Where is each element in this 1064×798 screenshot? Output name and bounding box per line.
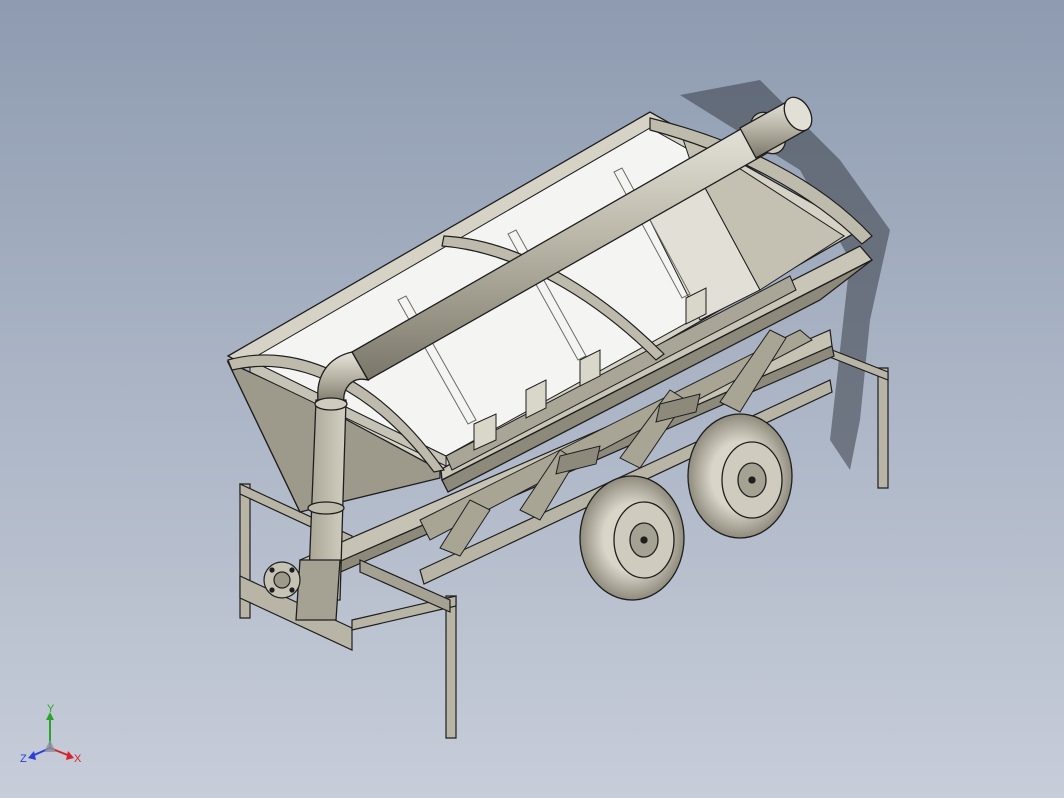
orientation-triad[interactable]: Y X Z — [18, 700, 88, 780]
x-axis-label: X — [74, 753, 82, 765]
wheel-rear — [687, 413, 793, 539]
x-arrow-icon — [66, 751, 74, 760]
y-axis-label: Y — [47, 703, 55, 715]
wheel-front — [579, 475, 685, 601]
graphics-viewport[interactable]: Y X Z — [0, 0, 1064, 798]
z-arrow-icon — [28, 751, 36, 760]
triad-center-icon — [44, 740, 56, 752]
trailer-hopper-model[interactable] — [0, 0, 1064, 798]
auger-drive — [263, 561, 301, 599]
z-axis-label: Z — [20, 753, 27, 765]
